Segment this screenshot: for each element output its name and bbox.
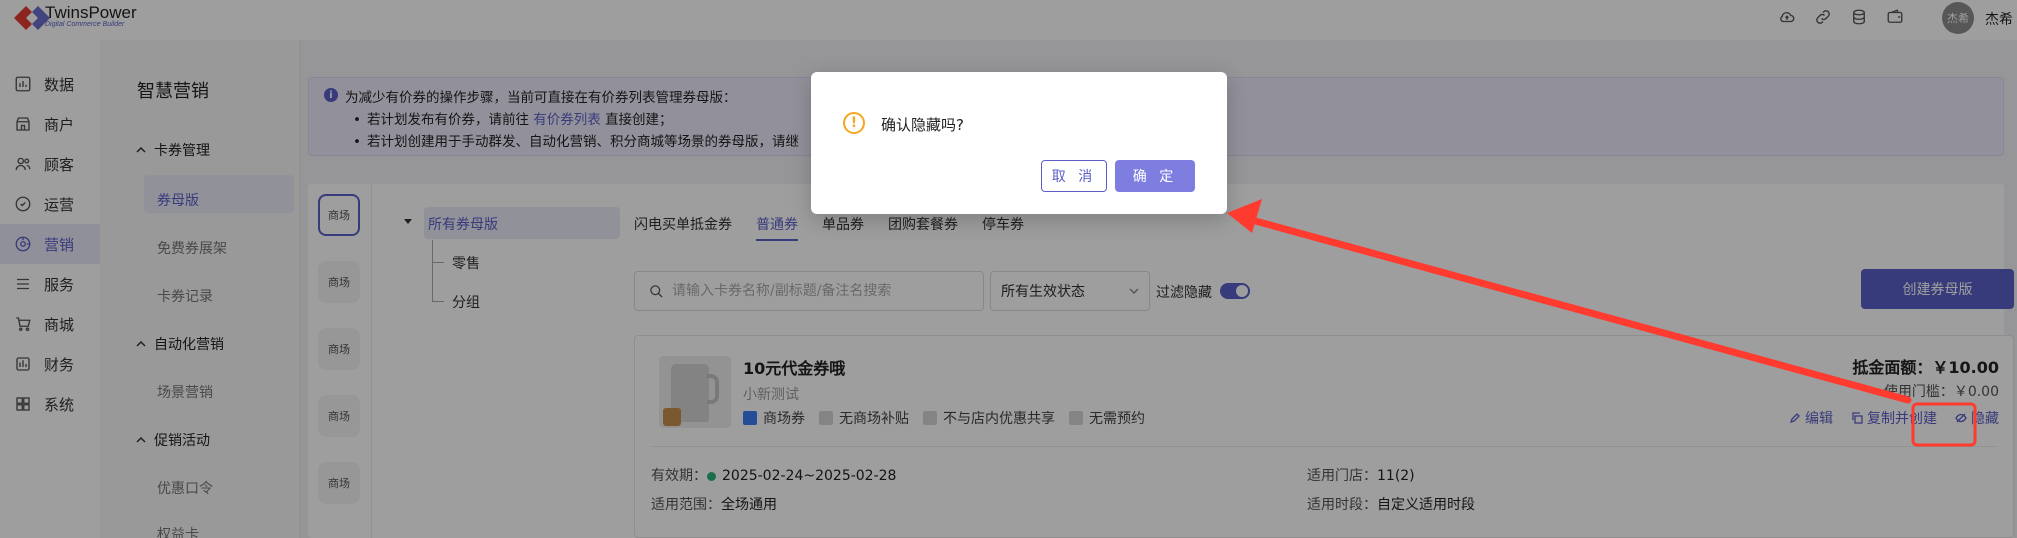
confirm-dialog: ! 确认隐藏吗? 取 消 确 定 <box>811 72 1227 214</box>
cancel-button[interactable]: 取 消 <box>1041 160 1107 192</box>
confirm-button[interactable]: 确 定 <box>1115 160 1195 192</box>
dialog-message: 确认隐藏吗? <box>881 116 964 134</box>
warning-icon: ! <box>843 112 865 134</box>
